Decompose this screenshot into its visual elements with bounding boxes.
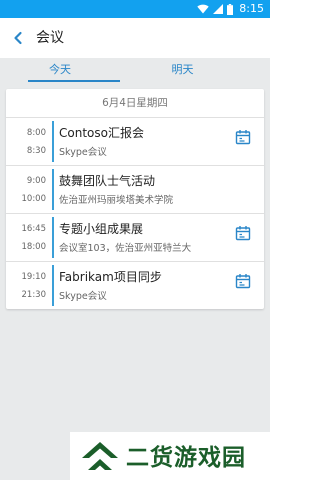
event-title: Fabrikam项目同步 (59, 270, 162, 284)
event-end-time: 10:00 (21, 194, 47, 204)
tab-bar: 今天 明天 (0, 58, 270, 84)
join-meeting-icon[interactable] (235, 129, 251, 145)
event-item[interactable]: 9:00 10:00 鼓舞团队士气活动 佐治亚州玛丽埃塔美术学院 (6, 166, 264, 214)
event-end-time: 18:00 (21, 242, 47, 252)
event-color-bar (52, 217, 54, 258)
event-start-time: 8:00 (26, 128, 46, 138)
page-title: 会议 (36, 30, 64, 46)
watermark-text: 二货游戏园 (126, 445, 246, 471)
watermark-logo-icon (82, 442, 118, 470)
date-header: 6月4日星期四 (6, 89, 264, 118)
event-location: Skype会议 (59, 291, 107, 302)
watermark: 二货游戏园 (70, 432, 270, 480)
event-start-time: 9:00 (26, 176, 46, 186)
event-title: Contoso汇报会 (59, 126, 144, 140)
join-meeting-icon[interactable] (235, 225, 251, 241)
event-title: 鼓舞团队士气活动 (59, 174, 156, 188)
battery-icon (227, 3, 234, 15)
event-location: Skype会议 (59, 147, 107, 158)
join-meeting-icon[interactable] (235, 273, 251, 289)
day-card: 6月4日星期四 8:00 8:30 Contoso汇报会 Skype会议 9:0… (6, 89, 264, 309)
wifi-icon (197, 4, 209, 14)
event-color-bar (52, 121, 54, 162)
signal-icon (213, 4, 224, 14)
event-start-time: 16:45 (21, 224, 47, 234)
event-item[interactable]: 8:00 8:30 Contoso汇报会 Skype会议 (6, 118, 264, 166)
app-bar: 会议 (0, 18, 270, 58)
event-end-time: 8:30 (26, 146, 46, 156)
tab-tomorrow[interactable]: 明天 (120, 58, 245, 84)
event-item[interactable]: 16:45 18:00 专题小组成果展 会议室103，佐治亚州亚特兰大 (6, 214, 264, 262)
status-time: 8:15 (239, 2, 264, 15)
status-icons: 8:15 (197, 2, 264, 16)
event-item[interactable]: 19:10 21:30 Fabrikam项目同步 Skype会议 (6, 262, 264, 309)
event-color-bar (52, 265, 54, 306)
event-color-bar (52, 169, 54, 210)
agenda-content: 6月4日星期四 8:00 8:30 Contoso汇报会 Skype会议 9:0… (0, 84, 270, 480)
back-icon[interactable] (8, 28, 28, 48)
selected-tab-indicator (28, 80, 120, 82)
event-location: 会议室103，佐治亚州亚特兰大 (59, 243, 192, 254)
event-location: 佐治亚州玛丽埃塔美术学院 (59, 195, 174, 206)
event-start-time: 19:10 (21, 272, 47, 282)
event-end-time: 21:30 (21, 290, 47, 300)
status-bar: 8:15 (0, 0, 270, 18)
event-title: 专题小组成果展 (59, 222, 144, 236)
